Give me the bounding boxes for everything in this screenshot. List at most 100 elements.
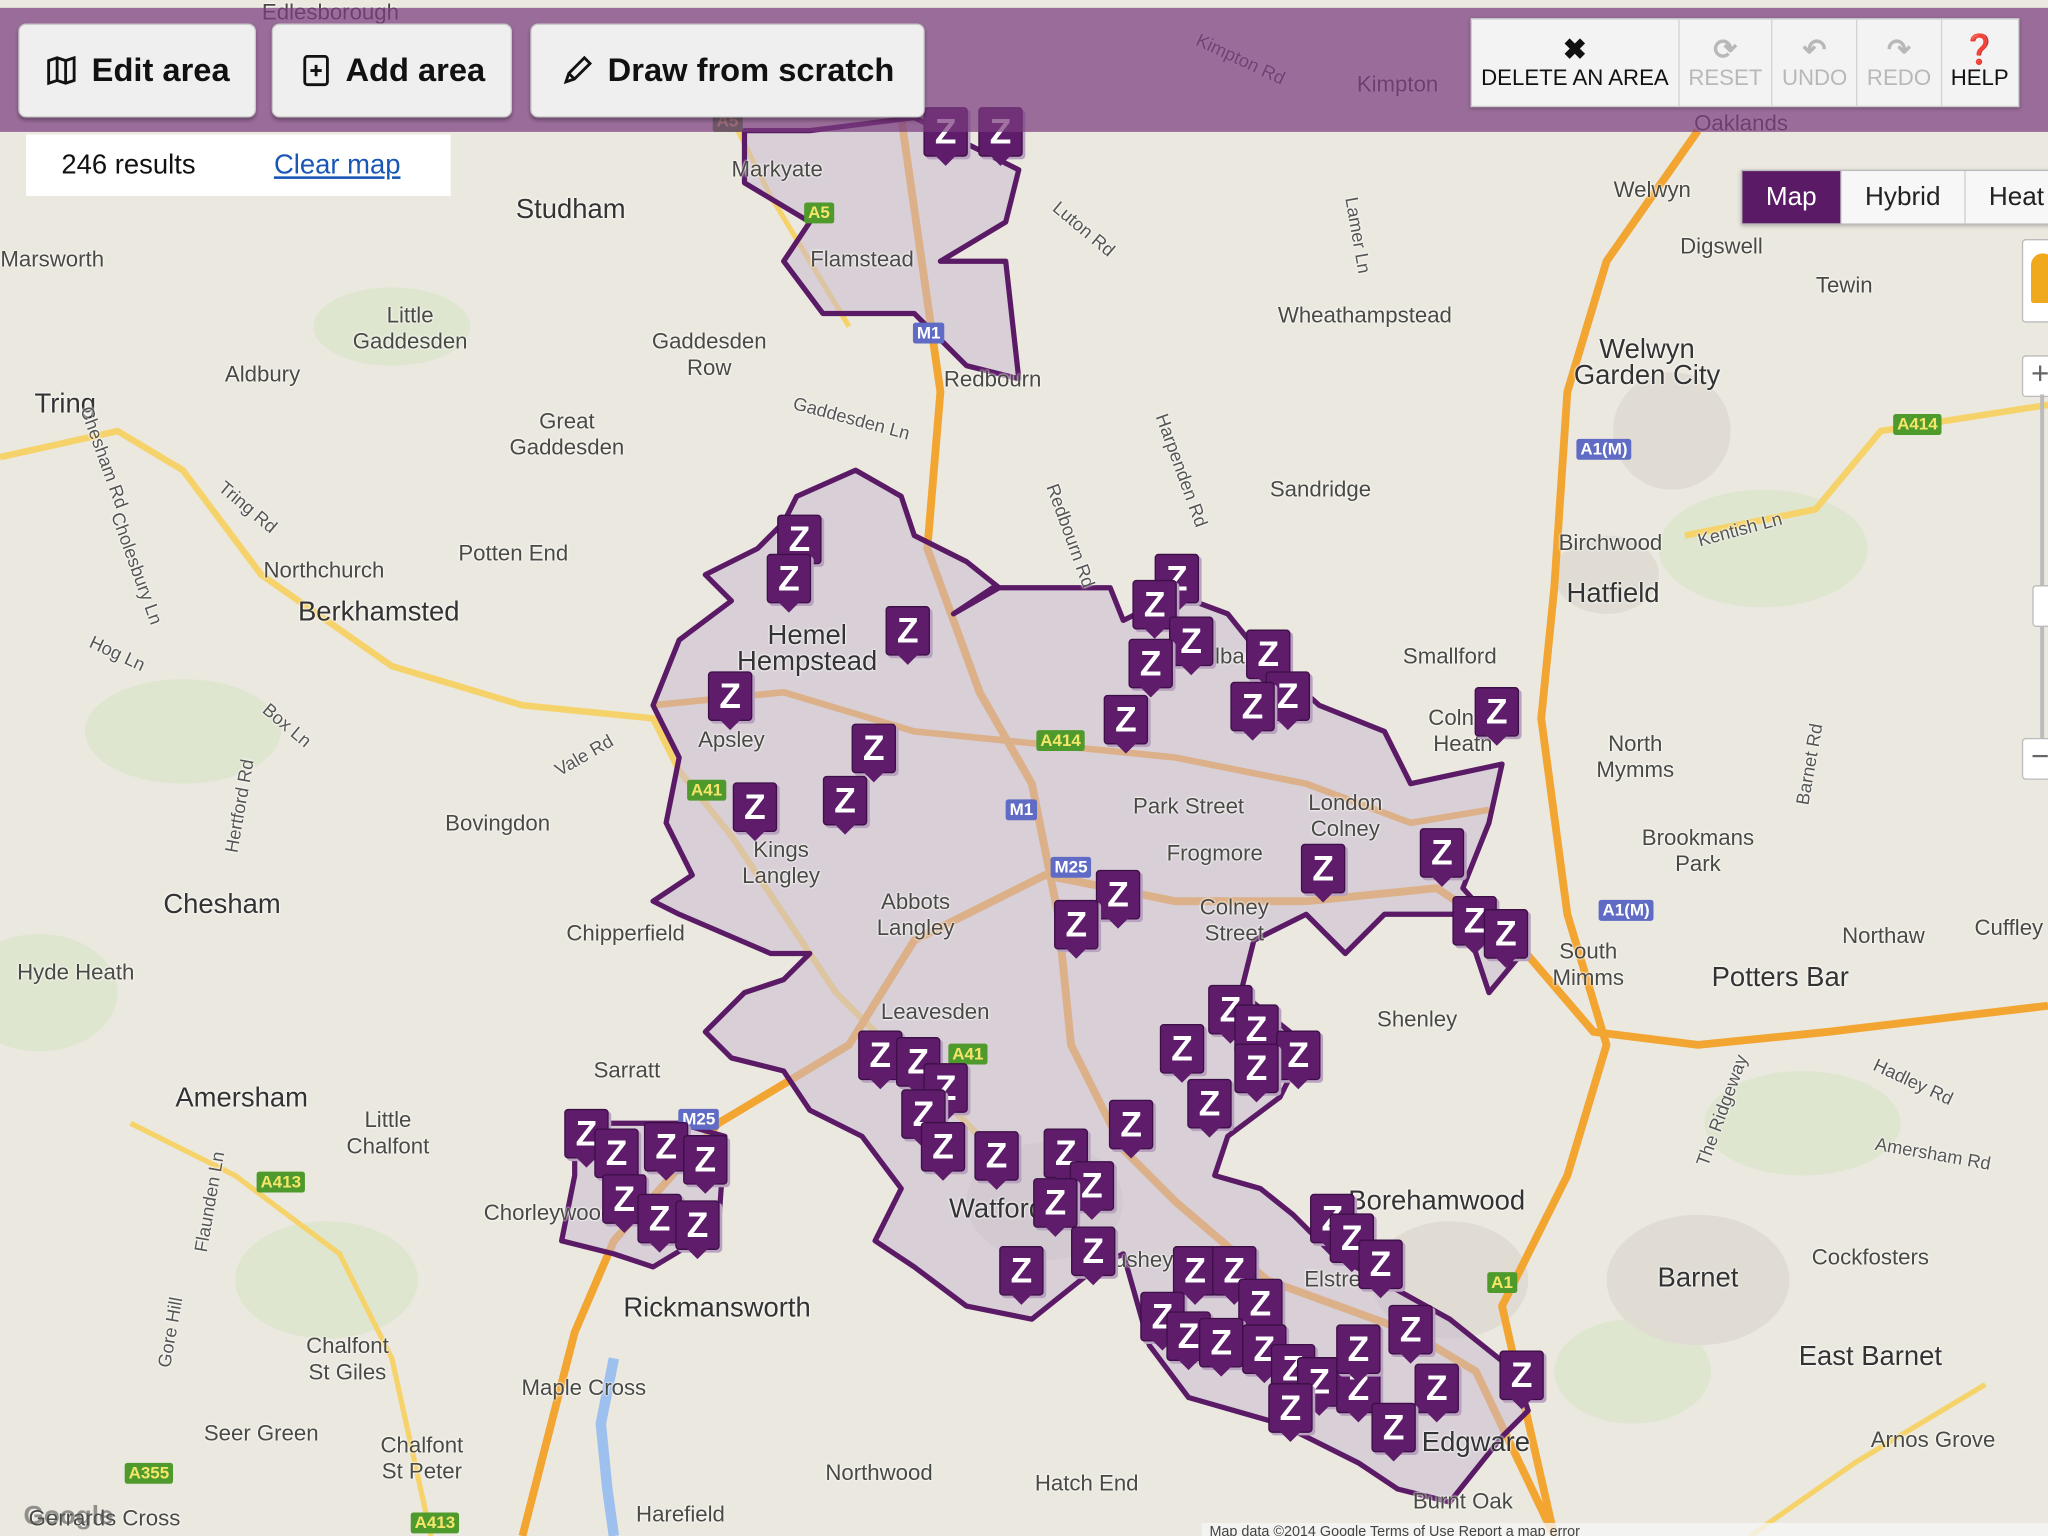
property-marker[interactable]: Z	[1388, 1304, 1433, 1365]
zoom-slider[interactable]	[2040, 394, 2045, 758]
place-label: Northwood	[825, 1460, 933, 1486]
marker-label: Z	[974, 1131, 1019, 1181]
road-shield: M25	[1050, 856, 1092, 878]
property-marker[interactable]: Z	[1199, 1317, 1244, 1378]
reset-button[interactable]: ⟳ RESET	[1679, 19, 1773, 106]
property-marker[interactable]: Z	[683, 1135, 728, 1195]
property-marker[interactable]: Z	[643, 1121, 689, 1182]
property-marker[interactable]: Z	[885, 606, 930, 666]
edit-area-button[interactable]: Edit area	[18, 23, 256, 118]
property-marker[interactable]: Z	[732, 782, 778, 842]
place-label: Digswell	[1680, 233, 1763, 259]
map-type-map[interactable]: Map	[1742, 171, 1842, 224]
property-marker[interactable]: Z	[1499, 1350, 1544, 1411]
property-marker[interactable]: Z	[822, 775, 868, 836]
question-circle-icon: ❓	[1961, 32, 1998, 66]
property-marker[interactable]: Z	[1419, 828, 1465, 888]
marker-label: Z	[1483, 909, 1529, 959]
place-label: Northchurch	[263, 557, 385, 583]
redo-label: REDO	[1866, 65, 1932, 91]
property-marker[interactable]: Z	[1168, 616, 1214, 676]
zoom-out-button[interactable]: −	[2021, 737, 2048, 780]
road-shield: A355	[124, 1462, 174, 1484]
property-marker[interactable]: Z	[1230, 681, 1275, 742]
property-marker[interactable]: Z	[1371, 1402, 1416, 1463]
marker-pointer	[1398, 1351, 1423, 1364]
marker-pointer	[1509, 1397, 1534, 1410]
draw-from-scratch-button[interactable]: Draw from scratch	[530, 23, 925, 118]
property-marker[interactable]: Z	[1358, 1239, 1403, 1300]
undo-label: UNDO	[1781, 65, 1848, 91]
delete-area-button[interactable]: ✖ DELETE AN AREA	[1472, 19, 1680, 106]
marker-pointer	[1244, 1090, 1269, 1103]
place-label: London Colney	[1308, 790, 1383, 842]
property-marker[interactable]: Z	[1474, 687, 1520, 747]
marker-label: Z	[1414, 1363, 1459, 1414]
map-type-control: Map Hybrid Heat	[1741, 169, 2048, 225]
property-marker[interactable]: Z	[1108, 1099, 1154, 1160]
redo-button[interactable]: ↷ REDO	[1858, 19, 1942, 106]
marker-pointer	[1311, 890, 1335, 903]
marker-pointer	[612, 1221, 637, 1233]
marker-pointer	[685, 1247, 710, 1260]
pegman-icon	[2031, 253, 2048, 304]
property-marker[interactable]: Z	[974, 1131, 1019, 1191]
place-label: Seer Green	[203, 1421, 319, 1446]
marker-label: Z	[1474, 687, 1520, 737]
add-area-button[interactable]: Add area	[271, 23, 512, 118]
property-marker[interactable]: Z	[1300, 843, 1346, 904]
property-marker[interactable]: Z	[1128, 638, 1173, 699]
property-marker[interactable]: Z	[1095, 869, 1141, 930]
marker-label: Z	[1199, 1317, 1244, 1368]
property-marker[interactable]: Z	[1234, 1043, 1279, 1104]
undo-button[interactable]: ↶ UNDO	[1773, 19, 1858, 106]
place-label: Sandridge	[1269, 476, 1372, 502]
marker-pointer	[743, 829, 767, 842]
marker-pointer	[931, 1168, 955, 1181]
property-marker[interactable]: Z	[707, 671, 753, 731]
clear-map-link[interactable]: Clear map	[274, 150, 401, 181]
map-type-hybrid[interactable]: Hybrid	[1841, 171, 1966, 224]
road-shield: A1	[1487, 1272, 1517, 1294]
marker-label: Z	[1103, 694, 1149, 745]
place-label: Hyde Heath	[17, 959, 135, 985]
property-marker[interactable]: Z	[851, 723, 896, 784]
road-a-east	[1748, 1382, 1987, 1536]
property-marker[interactable]: Z	[999, 1246, 1044, 1306]
marker-label: Z	[822, 775, 868, 826]
property-marker[interactable]: Z	[1103, 694, 1149, 755]
marker-pointer	[833, 822, 857, 835]
place-label: Frogmore	[1166, 841, 1263, 866]
street-view-pegman[interactable]	[2021, 239, 2048, 323]
property-marker[interactable]: Z	[1336, 1324, 1381, 1384]
marker-label: Z	[920, 1121, 966, 1172]
place-label: Arnos Grove	[1870, 1427, 1996, 1453]
marker-pointer	[1286, 1077, 1311, 1090]
marker-pointer	[654, 1168, 678, 1181]
property-marker[interactable]: Z	[1071, 1226, 1116, 1286]
help-button[interactable]: ❓ HELP	[1942, 20, 2018, 106]
property-marker[interactable]: Z	[766, 553, 812, 614]
marker-label: Z	[1095, 869, 1141, 920]
marker-pointer	[1346, 1371, 1371, 1384]
marker-pointer	[1278, 1430, 1303, 1442]
property-marker[interactable]: Z	[1414, 1363, 1459, 1424]
property-marker[interactable]: Z	[1054, 899, 1099, 960]
property-marker[interactable]: Z	[1159, 1023, 1205, 1084]
marker-pointer	[1381, 1449, 1406, 1462]
zoom-in-button[interactable]: +	[2021, 355, 2048, 398]
marker-label: Z	[643, 1121, 689, 1172]
marker-label: Z	[1358, 1239, 1403, 1290]
marker-pointer	[1183, 1293, 1207, 1305]
marker-label: Z	[1128, 638, 1173, 689]
property-marker[interactable]: Z	[1483, 909, 1529, 969]
zoom-slider-handle[interactable]	[2032, 585, 2048, 627]
place-label: Aldbury	[224, 361, 301, 387]
property-marker[interactable]: Z	[1276, 1030, 1321, 1091]
map-type-heat[interactable]: Heat	[1965, 171, 2048, 224]
property-marker[interactable]: Z	[1187, 1078, 1232, 1139]
place-label: Wheathampstead	[1277, 303, 1452, 328]
property-marker[interactable]: Z	[920, 1121, 966, 1182]
property-marker[interactable]: Z	[675, 1200, 720, 1260]
property-marker[interactable]: Z	[1268, 1383, 1313, 1443]
